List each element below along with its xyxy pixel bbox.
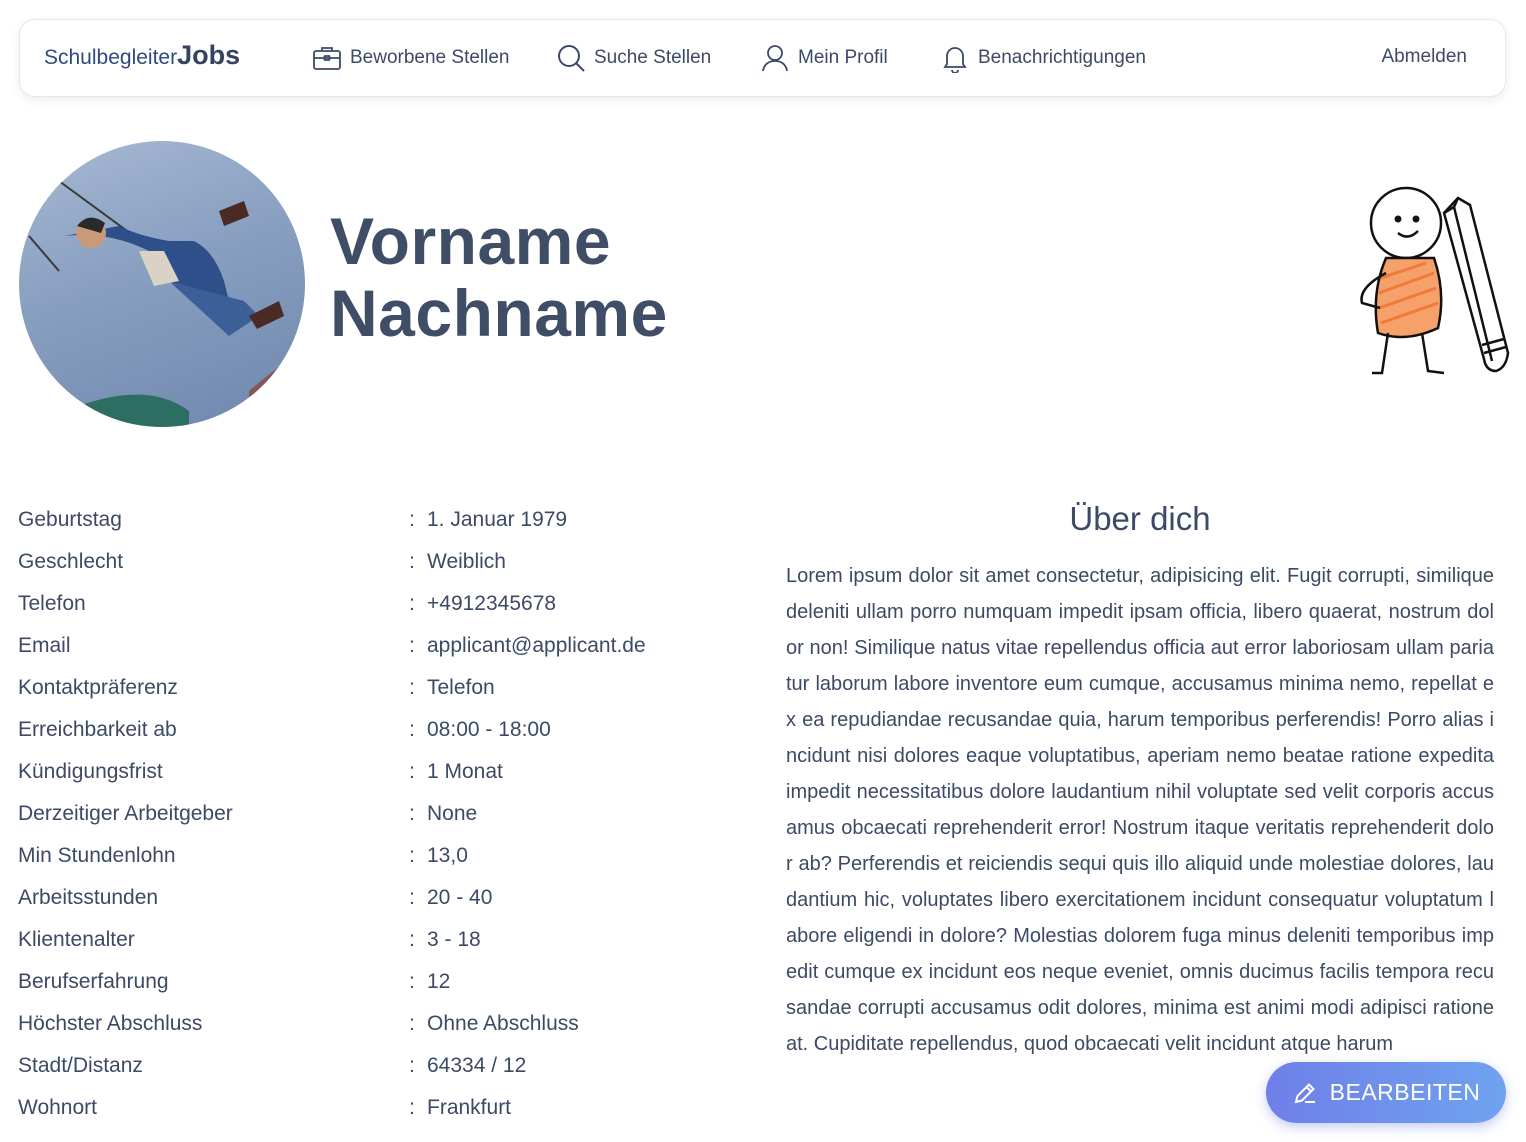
nav-search-jobs[interactable]: Suche Stellen (556, 43, 711, 73)
detail-label: Höchster Abschluss (18, 1012, 203, 1035)
detail-value: 64334 / 12 (427, 1054, 527, 1077)
detail-label: Kündigungsfrist (18, 760, 163, 783)
detail-separator: : (409, 508, 415, 531)
detail-label: Berufserfahrung (18, 970, 169, 993)
nav-applied-jobs-label: Beworbene Stellen (350, 47, 510, 68)
avatar (19, 141, 305, 427)
nav-notifications[interactable]: Benachrichtigungen (940, 43, 1146, 73)
detail-row-city-distance: Stadt/Distanz : 64334 / 12 (18, 1046, 738, 1088)
detail-value: None (427, 802, 478, 825)
nav-my-profile[interactable]: Mein Profil (760, 43, 888, 73)
detail-separator: : (409, 550, 415, 573)
user-icon (762, 45, 788, 72)
detail-value: 20 - 40 (427, 886, 493, 909)
detail-separator: : (409, 1054, 415, 1077)
detail-label: Geburtstag (18, 508, 122, 531)
edit-button-label: BEARBEITEN (1329, 1079, 1481, 1105)
detail-row-highest-degree: Höchster Abschluss : Ohne Abschluss (18, 1004, 738, 1046)
detail-value: +4912345678 (427, 592, 557, 615)
avatar-photo (28, 180, 305, 427)
about-text: Lorem ipsum dolor sit amet consectetur, … (786, 565, 1494, 1055)
detail-row-gender: Geschlecht : Weiblich (18, 542, 738, 584)
detail-value: Telefon (427, 676, 495, 699)
detail-row-notice-period: Kündigungsfrist : 1 Monat (18, 752, 738, 794)
nav-applied-jobs[interactable]: Beworbene Stellen (312, 43, 510, 73)
briefcase-icon (313, 47, 341, 70)
logout-link[interactable]: Abmelden (1381, 46, 1467, 68)
pencil-icon (1294, 1082, 1315, 1103)
detail-value: Ohne Abschluss (427, 1012, 579, 1035)
detail-row-min-wage: Min Stundenlohn : 13,0 (18, 836, 738, 878)
detail-label: Telefon (18, 592, 86, 615)
edit-button[interactable]: BEARBEITEN (1266, 1062, 1506, 1123)
profile-name: Vorname Nachname (330, 205, 668, 349)
detail-value: 13,0 (427, 844, 468, 867)
detail-value: 12 (427, 970, 451, 993)
detail-row-availability: Erreichbarkeit ab : 08:00 - 18:00 (18, 710, 738, 752)
detail-label: Erreichbarkeit ab (18, 718, 177, 741)
detail-row-client-age: Klientenalter : 3 - 18 (18, 920, 738, 962)
detail-separator: : (409, 886, 415, 909)
detail-label: Arbeitsstunden (18, 886, 159, 909)
detail-label: Derzeitiger Arbeitgeber (18, 802, 233, 825)
detail-value: 08:00 - 18:00 (427, 718, 551, 741)
detail-row-phone: Telefon : +4912345678 (18, 584, 738, 626)
top-navbar: SchulbegleiterJobs Beworbene Stellen Suc… (19, 19, 1506, 97)
detail-row-birthday: Geburtstag : 1. Januar 1979 (18, 500, 738, 542)
detail-value: applicant@applicant.de (427, 634, 646, 657)
detail-row-current-employer: Derzeitiger Arbeitgeber : None (18, 794, 738, 836)
detail-separator: : (409, 1012, 415, 1035)
detail-label: Wohnort (18, 1096, 97, 1119)
detail-row-contact-preference: Kontaktpräferenz : Telefon (18, 668, 738, 710)
detail-label: Stadt/Distanz (18, 1054, 143, 1077)
detail-value: 1. Januar 1979 (427, 508, 568, 531)
last-name: Nachname (330, 276, 668, 350)
detail-row-working-hours: Arbeitsstunden : 20 - 40 (18, 878, 738, 920)
detail-separator: : (409, 970, 415, 993)
nav-search-jobs-label: Suche Stellen (594, 47, 712, 68)
detail-label: Klientenalter (18, 928, 135, 951)
detail-row-email: Email : applicant@applicant.de (18, 626, 738, 668)
detail-row-residence: Wohnort : Frankfurt (18, 1088, 738, 1130)
detail-separator: : (409, 634, 415, 657)
detail-label: Email (18, 634, 71, 657)
about-title: Über dich (1069, 500, 1211, 537)
detail-value: Frankfurt (427, 1096, 512, 1119)
detail-separator: : (409, 844, 415, 867)
detail-value: 3 - 18 (427, 928, 481, 951)
detail-row-experience: Berufserfahrung : 12 (18, 962, 738, 1004)
detail-separator: : (409, 676, 415, 699)
bell-icon (943, 47, 967, 73)
detail-separator: : (409, 802, 415, 825)
character-with-pencil-illustration (1360, 186, 1510, 375)
search-icon (558, 45, 585, 72)
brand-part-1: Schulbegleiter (44, 46, 178, 69)
brand-logo[interactable]: SchulbegleiterJobs (44, 40, 240, 71)
nav-notifications-label: Benachrichtigungen (978, 47, 1146, 68)
detail-separator: : (409, 718, 415, 741)
detail-value: Weiblich (427, 550, 506, 573)
profile-details: Geburtstag : 1. Januar 1979 Geschlecht :… (18, 500, 738, 1130)
detail-separator: : (409, 760, 415, 783)
detail-label: Min Stundenlohn (18, 844, 176, 867)
detail-separator: : (409, 592, 415, 615)
detail-separator: : (409, 1096, 415, 1119)
detail-label: Geschlecht (18, 550, 124, 573)
brand-part-2: Jobs (177, 40, 241, 70)
detail-value: 1 Monat (427, 760, 503, 783)
nav-my-profile-label: Mein Profil (798, 47, 888, 68)
detail-label: Kontaktpräferenz (18, 676, 178, 699)
first-name: Vorname (330, 204, 612, 278)
detail-separator: : (409, 928, 415, 951)
